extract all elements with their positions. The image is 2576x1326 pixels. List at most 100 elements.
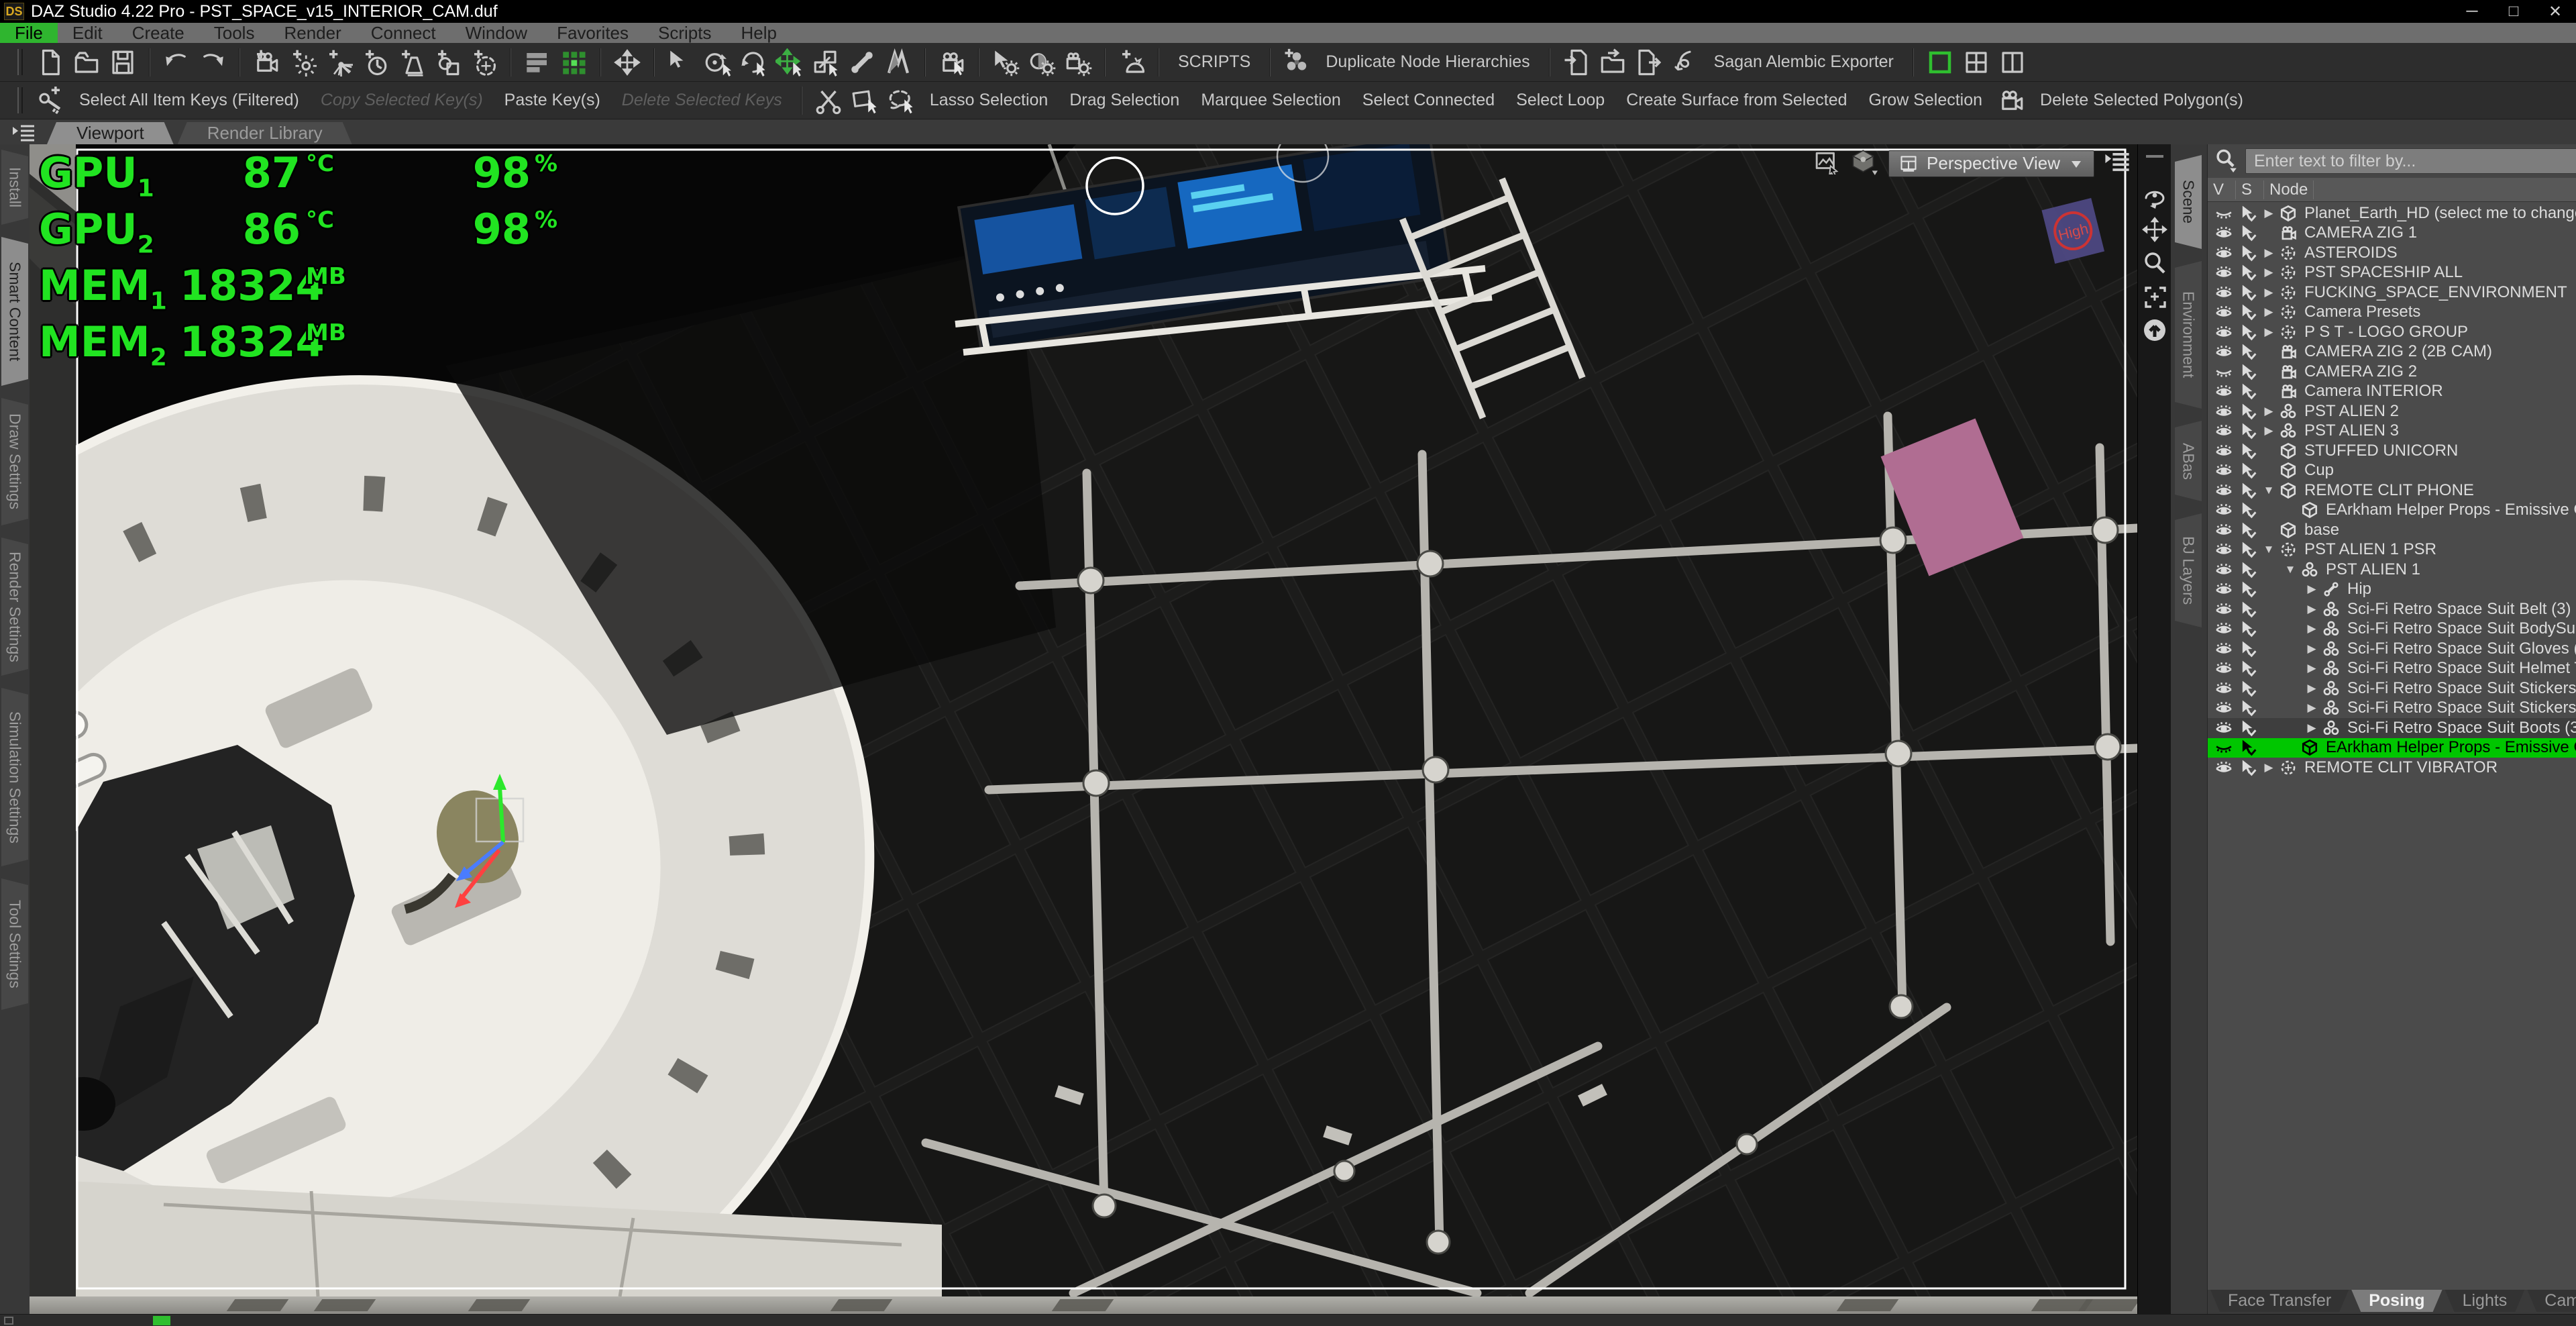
eye-open-icon[interactable]: [2212, 720, 2236, 736]
expand-icon[interactable]: ▶: [2260, 246, 2277, 260]
scene-node-camera-presets[interactable]: ▶Camera Presets: [2208, 303, 2576, 323]
pane-tab-environment[interactable]: Environment: [2175, 261, 2202, 409]
view-cube-icon[interactable]: [1849, 148, 1879, 178]
selectable-cursor-icon[interactable]: [2236, 759, 2260, 776]
eye-open-icon[interactable]: [2212, 225, 2236, 241]
viewport-pane-options-icon[interactable]: [2102, 151, 2132, 177]
menu-tools[interactable]: Tools: [199, 23, 270, 43]
frame-control-icon[interactable]: [2141, 283, 2169, 311]
create-camera-button[interactable]: [248, 45, 284, 80]
ghost-light-button[interactable]: [1114, 45, 1150, 80]
expand-icon[interactable]: ▶: [2260, 761, 2277, 774]
collapse-icon[interactable]: ▼: [2260, 484, 2277, 497]
scene-node-fucking-space-environment[interactable]: ▶FUCKING_SPACE_ENVIRONMENT: [2208, 283, 2576, 303]
eye-open-icon[interactable]: [2212, 641, 2236, 657]
eye-open-icon[interactable]: [2212, 423, 2236, 439]
scene-node-sci-fi-retro-space-suit-stickers-side-3-[interactable]: ▶Sci-Fi Retro Space Suit Stickers Side (…: [2208, 699, 2576, 719]
pane-tab-lights[interactable]: Lights: [2445, 1290, 2525, 1312]
pane-tab-render-settings[interactable]: Render Settings: [1, 538, 28, 676]
scene-node-sci-fi-retro-space-suit-stickers-front-3[interactable]: ▶Sci-Fi Retro Space Suit Stickers Front …: [2208, 678, 2576, 699]
rotate-cursor-button[interactable]: [735, 45, 771, 80]
scene-node-stuffed-unicorn[interactable]: STUFFED UNICORN: [2208, 441, 2576, 461]
pane-grid-button[interactable]: [1958, 45, 1994, 80]
sphere-gear-button[interactable]: [1024, 45, 1060, 80]
viewport-3d[interactable]: High GPU187°C98%GPU286°C98%MEM118324MBME…: [30, 144, 2137, 1296]
selectable-cursor-icon[interactable]: [2236, 521, 2260, 539]
selectable-cursor-icon[interactable]: [2236, 284, 2260, 301]
eye-open-icon[interactable]: [2212, 760, 2236, 776]
create-null-button[interactable]: [466, 45, 502, 80]
menu-create[interactable]: Create: [117, 23, 199, 43]
menu-favorites[interactable]: Favorites: [542, 23, 643, 43]
eye-open-icon[interactable]: [2212, 502, 2236, 518]
toolbar-action-grow-selection[interactable]: Grow Selection: [1858, 91, 1994, 110]
toolbar-action-delete-selected-polygon-s-[interactable]: Delete Selected Polygon(s): [2029, 91, 2254, 110]
expand-icon[interactable]: ▶: [2303, 622, 2320, 635]
alembic-button[interactable]: [1667, 45, 1703, 80]
weight-map-button[interactable]: [880, 45, 916, 80]
selectable-cursor-icon[interactable]: [2236, 422, 2260, 440]
pane-tab-draw-settings[interactable]: Draw Settings: [1, 398, 28, 525]
scene-node-camera-zig-1[interactable]: CAMERA ZIG 1: [2208, 223, 2576, 244]
new-file-button[interactable]: [32, 45, 68, 80]
camera-cursor-button[interactable]: [934, 45, 970, 80]
expand-icon[interactable]: ▶: [2260, 305, 2277, 319]
selectable-cursor-icon[interactable]: [2236, 719, 2260, 737]
selectable-cursor-icon[interactable]: [2236, 244, 2260, 262]
pane-tab-simulation-settings[interactable]: Simulation Settings: [1, 688, 28, 866]
create-primitive-button[interactable]: [429, 45, 466, 80]
eye-open-icon[interactable]: [2212, 403, 2236, 419]
create-point-light-button[interactable]: [321, 45, 357, 80]
toolbar-action-marquee-selection[interactable]: Marquee Selection: [1190, 91, 1351, 110]
pane-single-button[interactable]: [1922, 45, 1958, 80]
scene-node-camera-zig-2[interactable]: CAMERA ZIG 2: [2208, 362, 2576, 382]
scene-node-pst-alien-2[interactable]: ▶PST ALIEN 2: [2208, 401, 2576, 421]
pan-control-icon[interactable]: [2141, 215, 2169, 244]
lasso-button[interactable]: [883, 83, 919, 118]
scene-node-earkham-helper-props-emissive-ghost-ligh[interactable]: EArkham Helper Props - Emissive Ghost Li…: [2208, 738, 2576, 758]
eye-open-icon[interactable]: [2212, 443, 2236, 459]
scene-node-earkham-helper-props-emissive-ghost-ligh[interactable]: EArkham Helper Props - Emissive Ghost Li…: [2208, 501, 2576, 521]
pane-tab-cameras[interactable]: Cameras: [2527, 1290, 2576, 1312]
toolbar-action-duplicate-node-hierarchies[interactable]: Duplicate Node Hierarchies: [1315, 52, 1540, 72]
column-visibility[interactable]: V: [2208, 181, 2236, 199]
close-button[interactable]: ✕: [2534, 0, 2576, 23]
expand-icon[interactable]: ▶: [2260, 266, 2277, 279]
scene-node-pst-alien-1[interactable]: ▼PST ALIEN 1: [2208, 560, 2576, 580]
pane-tab-posing[interactable]: Posing: [2351, 1290, 2442, 1312]
expand-icon[interactable]: ▶: [2303, 662, 2320, 675]
selectable-cursor-icon[interactable]: [2236, 640, 2260, 658]
pane-tab-smart-content[interactable]: Smart Content: [1, 237, 28, 386]
selectable-cursor-icon[interactable]: [2236, 303, 2260, 321]
eye-open-icon[interactable]: [2212, 522, 2236, 538]
redo-button[interactable]: [195, 45, 231, 80]
orbit-cursor-button[interactable]: [699, 45, 735, 80]
universal-manipulator-button[interactable]: [609, 45, 645, 80]
scene-node-p-s-t-logo-group[interactable]: ▶P S T - LOGO GROUP: [2208, 322, 2576, 342]
undo-button[interactable]: [158, 45, 195, 80]
eye-open-icon[interactable]: [2212, 324, 2236, 340]
selectable-cursor-icon[interactable]: [2236, 224, 2260, 242]
selectable-cursor-icon[interactable]: [2236, 680, 2260, 697]
selectable-cursor-icon[interactable]: [2236, 601, 2260, 618]
instance-grid-button[interactable]: [555, 45, 592, 80]
toolbar-grip[interactable]: [17, 87, 23, 113]
eye-open-icon[interactable]: [2212, 621, 2236, 637]
selectable-cursor-icon[interactable]: [2236, 462, 2260, 479]
pane-tab-tool-settings[interactable]: Tool Settings: [1, 878, 28, 1010]
selectable-cursor-icon[interactable]: [2236, 541, 2260, 558]
create-meter-button[interactable]: [357, 45, 393, 80]
expand-icon[interactable]: ▶: [2260, 424, 2277, 438]
poly-cursor-button[interactable]: [847, 83, 883, 118]
selectable-cursor-icon[interactable]: [2236, 620, 2260, 638]
expand-icon[interactable]: ▶: [2260, 207, 2277, 220]
eye-closed-icon[interactable]: [2212, 740, 2236, 756]
selectable-cursor-icon[interactable]: [2236, 343, 2260, 360]
viewport-bottom-slider[interactable]: [30, 1296, 2137, 1314]
ctrl-grip[interactable]: [2146, 155, 2163, 158]
toolbar-action-select-connected[interactable]: Select Connected: [1352, 91, 1505, 110]
import-folder-button[interactable]: [1595, 45, 1631, 80]
maximize-button[interactable]: □: [2493, 0, 2534, 23]
selectable-cursor-icon[interactable]: [2236, 501, 2260, 519]
expand-icon[interactable]: ▶: [2303, 721, 2320, 735]
